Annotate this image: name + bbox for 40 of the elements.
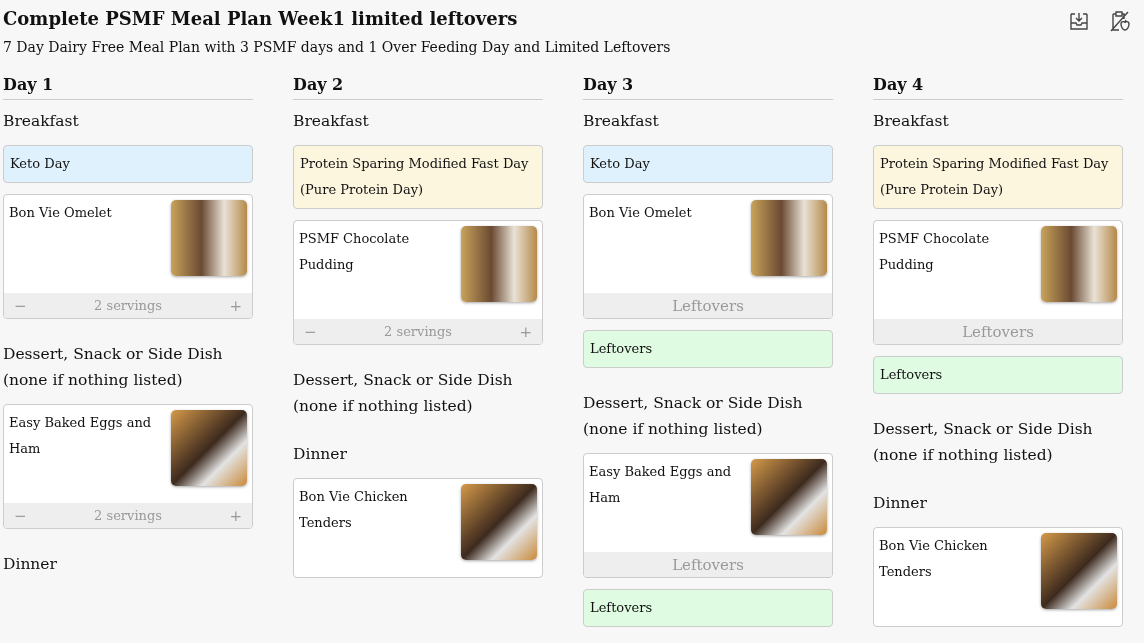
meal-heading: Dinner [3,554,58,575]
day-title: Day 3 [583,74,833,100]
meal-heading: Breakfast [293,111,370,132]
day-type-note: Leftovers [873,356,1123,394]
meal-heading: Breakfast [3,111,80,132]
leftovers-label: Leftovers [672,296,744,315]
servings-label: 2 servings [384,324,452,339]
leftovers-label: Leftovers [672,555,744,574]
recipe-link[interactable]: Bon Vie Chicken Tenders [299,484,449,561]
day-title: Day 1 [3,74,253,100]
recipe-link[interactable]: PSMF Chocolate Pudding [879,226,1029,303]
meal-heading: Dinner [293,444,348,465]
day-type-note: Protein Sparing Modified Fast Day (Pure Protein Day) [293,145,543,209]
day-type-note: Leftovers [583,589,833,627]
recipe-link[interactable]: Easy Baked Eggs and Ham [589,459,739,536]
day-type-note: Keto Day [3,145,253,183]
download-button[interactable] [1068,10,1090,32]
recipe-link[interactable]: Easy Baked Eggs and Ham [9,410,159,487]
servings-label: 2 servings [94,298,162,313]
meal-heading: Dessert, Snack or Side Dish (none if nothing listed) [583,393,804,440]
meal-heading: Breakfast [873,111,950,132]
day-type-note: Leftovers [583,330,833,368]
recipe-link[interactable]: Bon Vie Omelet [9,200,159,277]
meal-heading: Dessert, Snack or Side Dish (none if nothing listed) [3,344,224,391]
meal-heading: Dessert, Snack or Side Dish (none if nothing listed) [293,370,514,417]
recipe-link[interactable]: Bon Vie Chicken Tenders [879,533,1029,610]
plan-title: Complete PSMF Meal Plan Week1 limited leftovers [3,7,519,31]
day-type-note: Keto Day [583,145,833,183]
recipe-link[interactable]: Bon Vie Omelet [589,200,739,277]
no-food-button[interactable] [1108,10,1130,32]
meal-heading: Dessert, Snack or Side Dish (none if nothing listed) [873,419,1094,466]
recipe-link[interactable]: PSMF Chocolate Pudding [299,226,449,303]
leftovers-label: Leftovers [962,322,1034,341]
day-type-note: Protein Sparing Modified Fast Day (Pure Protein Day) [873,145,1123,209]
meal-heading: Dinner [873,493,928,514]
day-title: Day 2 [293,74,543,100]
meal-heading: Breakfast [583,111,660,132]
servings-label: 2 servings [94,508,162,523]
day-title: Day 4 [873,74,1123,100]
plan-subtitle: 7 Day Dairy Free Meal Plan with 3 PSMF days and 1 Over Feeding Day and Limited Leftovers [3,38,671,57]
